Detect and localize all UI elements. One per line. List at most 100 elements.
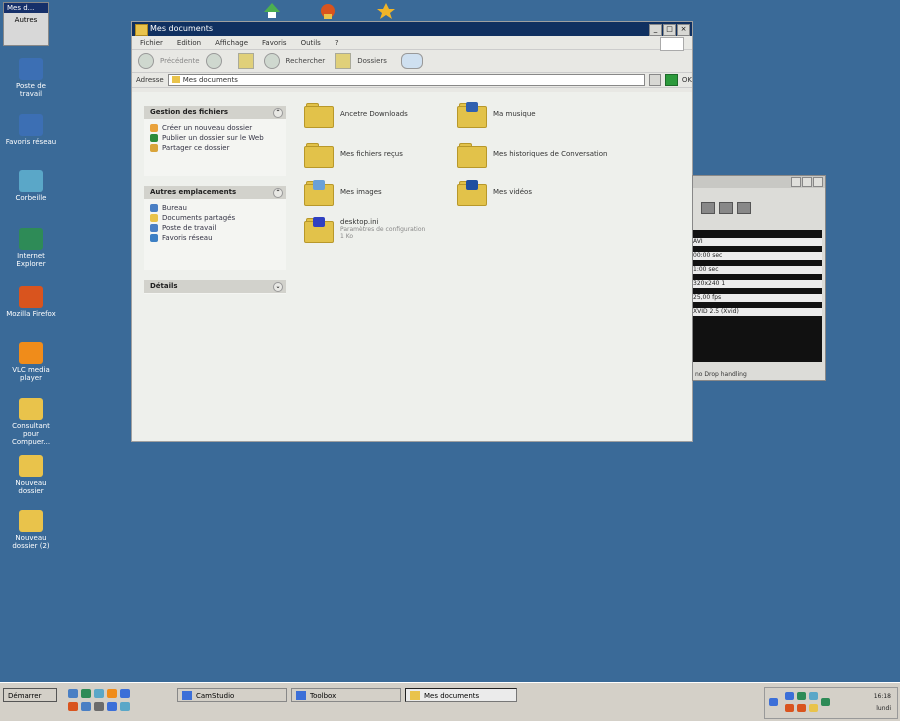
taskbar-button[interactable]: Mes documents	[405, 688, 517, 702]
up-folder-icon[interactable]	[237, 53, 254, 69]
desktop-icon[interactable]: Internet Explorer	[4, 228, 58, 268]
folder-item[interactable]: Ancetre Downloads	[304, 102, 408, 128]
taskbar-button-label: CamStudio	[196, 692, 235, 700]
menu-item[interactable]: Affichage	[215, 39, 248, 47]
file-task-link[interactable]: Publier un dossier sur le Web	[144, 133, 286, 143]
expand-chevron-icon[interactable]: ⌄	[273, 282, 283, 292]
desktop-icon-label: Corbeille	[15, 194, 47, 202]
search-button-label[interactable]: Rechercher	[286, 57, 326, 65]
quick-launch-icon[interactable]	[68, 689, 78, 698]
address-dropdown-button[interactable]	[649, 74, 662, 86]
folder-item[interactable]: desktop.ini Paramètres de configuration 1 …	[304, 217, 425, 243]
close-button[interactable]: ×	[677, 24, 690, 36]
details-header[interactable]: Détails ⌄	[144, 280, 286, 293]
desktop-icon[interactable]: Consultant pour Compuer...	[4, 398, 58, 446]
back-arrow-icon[interactable]	[138, 53, 154, 69]
media-status: no Drop handling	[695, 371, 747, 378]
quick-launch-icon[interactable]	[81, 689, 91, 698]
forward-arrow-icon[interactable]	[205, 53, 222, 69]
go-button-label[interactable]: OK	[682, 76, 692, 84]
folders-icon[interactable]	[335, 53, 352, 69]
antivirus-icon[interactable]	[797, 692, 806, 700]
maximize-button[interactable]: □	[663, 24, 676, 36]
taskbar: Démarrer CamStudio Toolbox Mes documents 1…	[0, 682, 900, 721]
desktop-icon[interactable]: Poste de travail	[4, 58, 58, 98]
collapse-chevron-icon[interactable]: ⌃	[273, 108, 283, 118]
address-input[interactable]: Mes documents	[167, 74, 646, 86]
taskbar-button-label: Toolbox	[310, 692, 337, 700]
back-button-label[interactable]: Précédente	[160, 57, 200, 65]
window-title: Mes documents	[150, 24, 214, 33]
menu-item[interactable]: Favoris	[262, 39, 287, 47]
desktop-icon[interactable]: Nouveau dossier	[4, 455, 58, 495]
quick-launch-icon[interactable]	[81, 702, 91, 711]
quick-launch-icon[interactable]	[120, 702, 130, 711]
menu-item[interactable]: Fichier	[140, 39, 163, 47]
folder-item[interactable]: Mes images	[304, 180, 382, 206]
collapse-chevron-icon[interactable]: ⌃	[273, 188, 283, 198]
network-icon[interactable]	[769, 698, 778, 706]
clock-time[interactable]: 16:18	[874, 693, 891, 700]
explorer-window[interactable]: Mes documents _ □ × Fichier Edition Affich…	[131, 21, 693, 442]
close-button[interactable]	[813, 177, 823, 187]
desktop-icon[interactable]: Favoris réseau	[4, 114, 58, 146]
folder-item[interactable]: Mes fichiers reçus	[304, 142, 403, 168]
selected-desktop-item[interactable]: Mes d... Autres	[3, 2, 49, 46]
desktop-icon[interactable]: VLC media player	[4, 342, 58, 382]
desktop-icon[interactable]: Corbeille	[4, 170, 58, 202]
open-icon[interactable]	[701, 202, 715, 214]
taskbar-button[interactable]: CamStudio	[177, 688, 287, 702]
network-drive-icon[interactable]	[262, 2, 282, 20]
folder-item[interactable]: Mes vidéos	[457, 180, 532, 206]
place-link-label: Bureau	[162, 204, 187, 212]
tools-icon[interactable]	[719, 202, 733, 214]
quick-launch-icon[interactable]	[107, 702, 117, 711]
export-icon[interactable]	[737, 202, 751, 214]
window-titlebar[interactable]: Mes documents _ □ ×	[132, 22, 692, 36]
taskbar-button[interactable]: Toolbox	[291, 688, 401, 702]
selected-item-title: Mes d...	[4, 3, 48, 13]
update-icon[interactable]	[797, 704, 806, 712]
quick-launch-icon[interactable]	[120, 689, 130, 698]
search-icon[interactable]	[263, 53, 280, 69]
media-info-window[interactable]: no Drop handling AVI 00:00 sec 1:00 sec 320…	[692, 175, 826, 381]
place-link[interactable]: Poste de travail	[144, 223, 286, 233]
volume-icon[interactable]	[809, 704, 818, 712]
folder-icon	[135, 24, 148, 36]
menu-item[interactable]: Outils	[301, 39, 321, 47]
menu-item[interactable]: Edition	[177, 39, 201, 47]
star-shortcut-icon[interactable]	[376, 2, 396, 20]
messenger-icon[interactable]	[809, 692, 818, 700]
quick-launch-icon[interactable]	[68, 702, 78, 711]
file-tasks-header[interactable]: Gestion des fichiers ⌃	[144, 106, 286, 119]
address-bar: Adresse Mes documents OK	[132, 73, 692, 88]
other-places-header[interactable]: Autres emplacements ⌃	[144, 186, 286, 199]
folder-item[interactable]: Ma musique	[457, 102, 536, 128]
security-center-icon[interactable]	[318, 2, 338, 20]
maximize-button[interactable]	[802, 177, 812, 187]
desktop-icon[interactable]: Mozilla Firefox	[4, 286, 58, 318]
camstudio-tray-icon[interactable]	[785, 692, 794, 700]
file-task-link[interactable]: Créer un nouveau dossier	[144, 123, 286, 133]
quick-launch-icon[interactable]	[94, 702, 104, 711]
place-link[interactable]: Bureau	[144, 203, 286, 213]
clock-day: lundi	[876, 705, 891, 712]
minimize-button[interactable]	[791, 177, 801, 187]
folder-item[interactable]: Mes historiques de Conversation	[457, 142, 607, 168]
menu-item[interactable]: ?	[335, 39, 339, 47]
folders-button-label[interactable]: Dossiers	[357, 57, 387, 65]
firewall-icon[interactable]	[785, 704, 794, 712]
file-task-link[interactable]: Partager ce dossier	[144, 143, 286, 153]
connection-icon[interactable]	[821, 698, 830, 706]
media-window-titlebar[interactable]	[693, 176, 825, 188]
place-link[interactable]: Documents partagés	[144, 213, 286, 223]
quick-launch-icon[interactable]	[94, 689, 104, 698]
minimize-button[interactable]: _	[649, 24, 662, 36]
place-link[interactable]: Favoris réseau	[144, 233, 286, 243]
desktop-icon[interactable]: Nouveau dossier (2)	[4, 510, 58, 550]
start-button[interactable]: Démarrer	[3, 688, 57, 702]
system-tray: 16:18 lundi	[764, 687, 898, 719]
views-icon[interactable]	[400, 53, 423, 69]
quick-launch-icon[interactable]	[107, 689, 117, 698]
go-arrow-icon[interactable]	[665, 74, 678, 86]
